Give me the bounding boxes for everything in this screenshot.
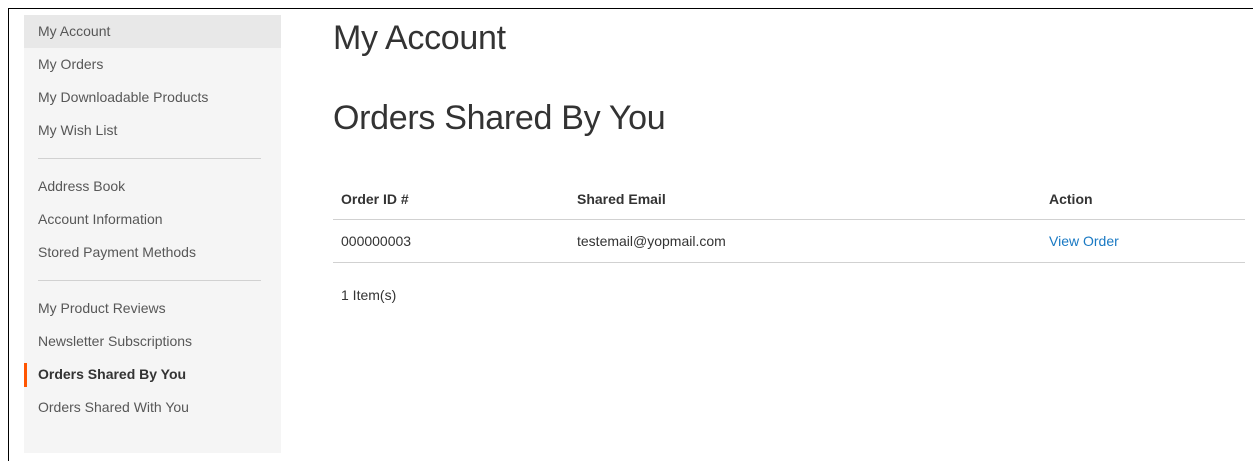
table-header-row: Order ID # Shared Email Action [333, 179, 1245, 220]
sidebar-divider [38, 280, 261, 281]
account-nav-group-1: My Account My Orders My Downloadable Pro… [24, 15, 281, 147]
sidebar-divider [38, 158, 261, 159]
sidebar-item-my-account[interactable]: My Account [24, 15, 281, 48]
column-header-shared-email: Shared Email [569, 179, 1041, 220]
section-title: Orders Shared By You [333, 99, 666, 137]
table-row: 000000003 testemail@yopmail.com View Ord… [333, 219, 1245, 263]
column-header-action: Action [1041, 179, 1245, 220]
action-cell: View Order [1041, 219, 1245, 263]
shared-email-cell: testemail@yopmail.com [569, 219, 1041, 263]
shared-orders-table: Order ID # Shared Email Action 000000003… [333, 179, 1245, 263]
sidebar-item-account-information[interactable]: Account Information [24, 203, 281, 236]
account-nav-group-3: My Product Reviews Newsletter Subscripti… [24, 292, 281, 424]
sidebar-item-stored-payment-methods[interactable]: Stored Payment Methods [24, 236, 281, 269]
sidebar-item-my-orders[interactable]: My Orders [24, 48, 281, 81]
sidebar-item-newsletter-subscriptions[interactable]: Newsletter Subscriptions [24, 325, 281, 358]
account-sidebar: My Account My Orders My Downloadable Pro… [24, 15, 281, 453]
sidebar-item-my-downloadable-products[interactable]: My Downloadable Products [24, 81, 281, 114]
main-content: My Account Orders Shared By You Order ID… [333, 15, 1245, 303]
column-header-order-id: Order ID # [333, 179, 569, 220]
page-title: My Account [333, 19, 506, 57]
view-order-link[interactable]: View Order [1049, 233, 1119, 249]
sidebar-item-my-wish-list[interactable]: My Wish List [24, 114, 281, 147]
account-nav-group-2: Address Book Account Information Stored … [24, 170, 281, 269]
sidebar-item-my-product-reviews[interactable]: My Product Reviews [24, 292, 281, 325]
sidebar-item-orders-shared-by-you[interactable]: Orders Shared By You [24, 358, 281, 391]
sidebar-item-address-book[interactable]: Address Book [24, 170, 281, 203]
order-id-cell: 000000003 [333, 219, 569, 263]
item-count: 1 Item(s) [341, 286, 397, 303]
sidebar-item-orders-shared-with-you[interactable]: Orders Shared With You [24, 391, 281, 424]
